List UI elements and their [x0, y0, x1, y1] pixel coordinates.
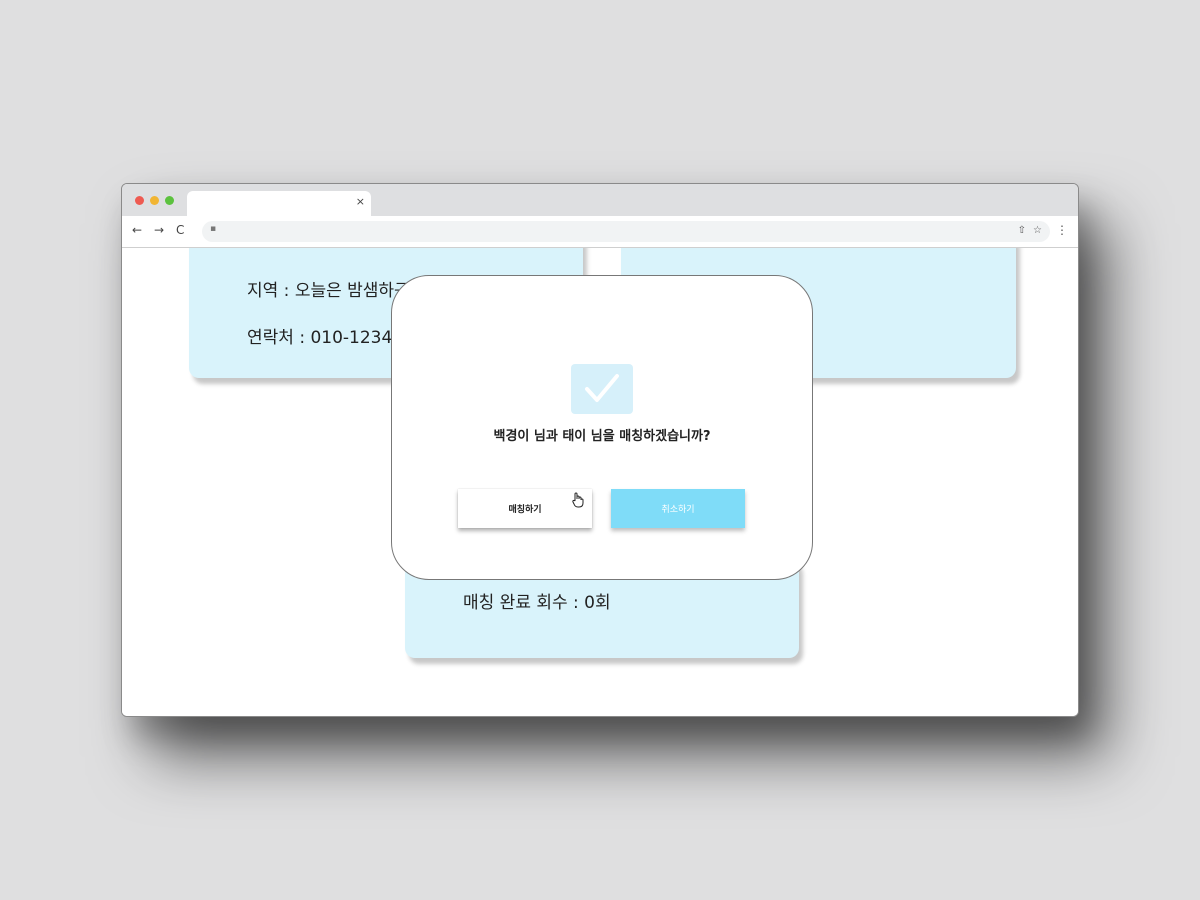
- contact-text: 연락처 : 010-1234-5: [247, 328, 410, 348]
- close-window-button[interactable]: [135, 196, 144, 205]
- address-bar[interactable]: ▪ ⇧ ☆: [202, 221, 1050, 242]
- hand-cursor-icon: [572, 492, 584, 508]
- forward-arrow-icon[interactable]: →: [154, 223, 164, 237]
- tab-close-icon[interactable]: ×: [356, 195, 365, 208]
- minimize-window-button[interactable]: [150, 196, 159, 205]
- cancel-button[interactable]: 취소하기: [611, 489, 745, 528]
- browser-tab[interactable]: ×: [187, 191, 371, 216]
- match-count-text: 매칭 완료 회수 : 0회: [463, 593, 611, 613]
- maximize-window-button[interactable]: [165, 196, 174, 205]
- reload-icon[interactable]: C: [176, 223, 184, 237]
- page-viewport: 지역 : 오늘은 밤샘하구 연락처 : 010-1234-5 매칭 완료 회수 …: [122, 248, 1078, 716]
- check-icon: [571, 364, 633, 414]
- menu-dots-icon[interactable]: ⋮: [1056, 223, 1068, 237]
- nav-bar: ← → C ▪ ⇧ ☆ ⋮: [122, 216, 1078, 248]
- match-confirm-modal: 백경이 님과 태이 님을 매칭하겠습니까? 매칭하기 취소하기: [391, 275, 813, 580]
- lock-icon: ▪: [210, 224, 217, 234]
- browser-window: × ← → C ▪ ⇧ ☆ ⋮ 지역 : 오늘은 밤샘하구 연락처 : 010-…: [121, 183, 1079, 717]
- tab-bar: ×: [122, 184, 1078, 216]
- region-text: 지역 : 오늘은 밤샘하구: [247, 281, 410, 301]
- back-arrow-icon[interactable]: ←: [132, 223, 142, 237]
- star-icon[interactable]: ☆: [1033, 225, 1042, 236]
- confirm-message: 백경이 님과 태이 님을 매칭하겠습니까?: [493, 429, 711, 444]
- share-icon[interactable]: ⇧: [1018, 225, 1026, 236]
